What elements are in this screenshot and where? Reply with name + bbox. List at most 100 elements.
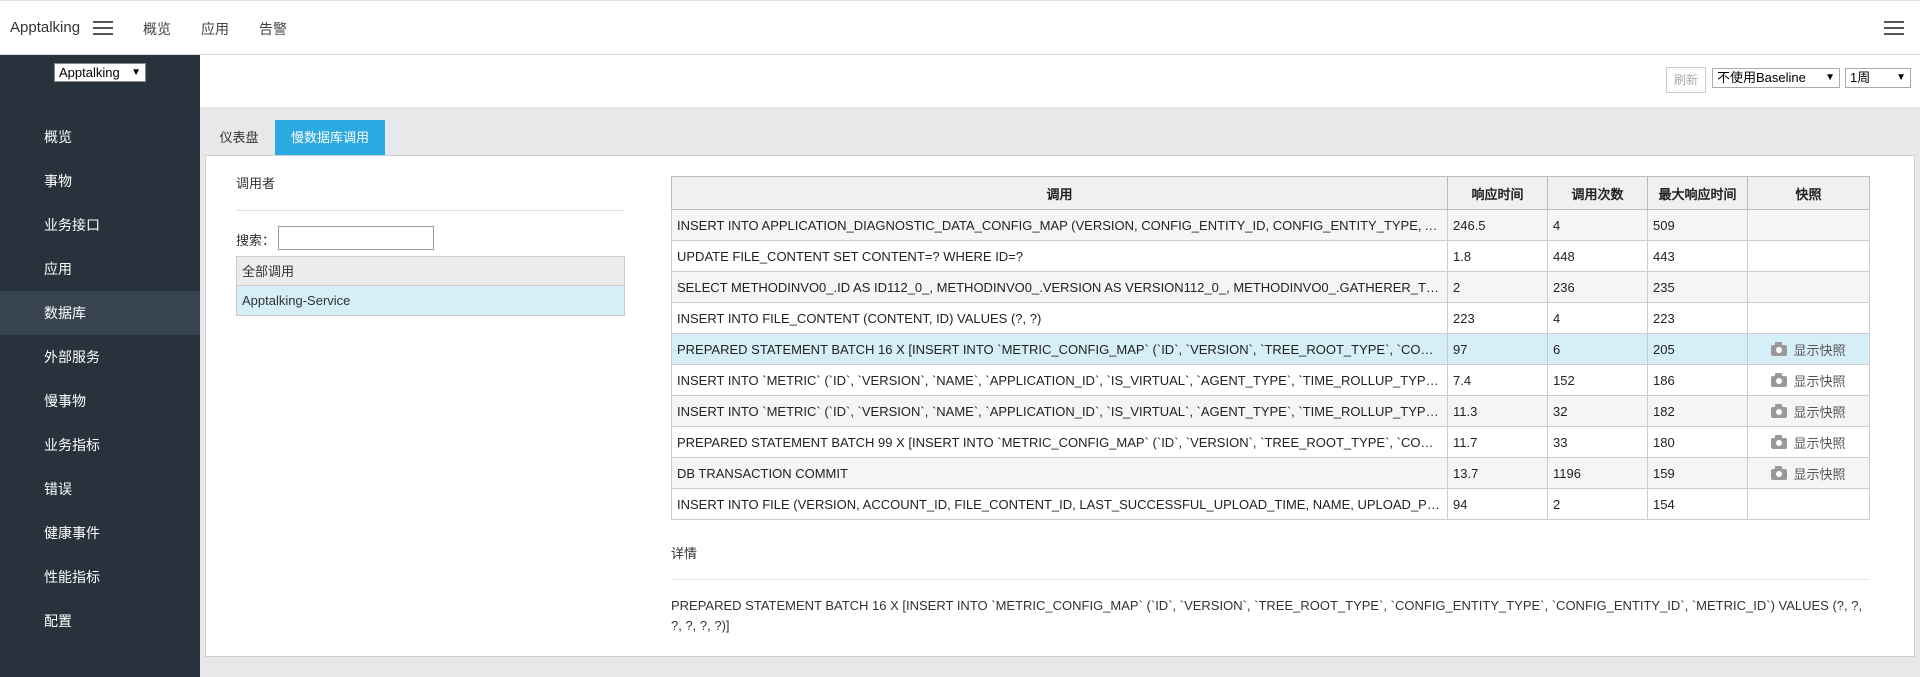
response-time-cell: 13.7 xyxy=(1447,457,1548,489)
snapshot-cell xyxy=(1747,271,1870,303)
detail-text: PREPARED STATEMENT BATCH 16 X [INSERT IN… xyxy=(671,598,1863,633)
table-row[interactable]: INSERT INTO `METRIC` (`ID`, `VERSION`, `… xyxy=(671,395,1870,427)
divider xyxy=(236,210,624,211)
app-select[interactable]: Apptalking ▼ xyxy=(54,63,146,82)
sidebar-item-config[interactable]: 配置 xyxy=(0,599,200,643)
max-response-time-cell: 223 xyxy=(1647,302,1748,334)
table-row[interactable]: INSERT INTO FILE_CONTENT (CONTENT, ID) V… xyxy=(671,302,1870,334)
max-response-time-cell: 154 xyxy=(1647,488,1748,520)
top-nav-applications[interactable]: 应用 xyxy=(201,19,229,39)
search-input[interactable] xyxy=(278,226,434,250)
sidebar-item-business-apis[interactable]: 业务接口 xyxy=(0,203,200,247)
call-cell: UPDATE FILE_CONTENT SET CONTENT=? WHERE … xyxy=(671,240,1448,272)
show-snapshot-label: 显示快照 xyxy=(1793,373,1846,389)
sidebar-item-overview[interactable]: 概览 xyxy=(0,115,200,159)
call-cell: SELECT METHODINVO0_.ID AS ID112_0_, METH… xyxy=(671,271,1448,303)
top-bar: Apptalking 概览 应用 告警 xyxy=(0,0,1920,55)
table-row[interactable]: INSERT INTO APPLICATION_DIAGNOSTIC_DATA_… xyxy=(671,209,1870,241)
call-count-cell: 33 xyxy=(1547,426,1648,458)
call-cell: PREPARED STATEMENT BATCH 99 X [INSERT IN… xyxy=(671,426,1448,458)
toolbar: 刷新 不使用Baseline ▼ 1周 ▼ xyxy=(200,55,1920,107)
menu-toggle-icon[interactable] xyxy=(93,21,113,35)
tab-slow-db-calls[interactable]: 慢数据库调用 xyxy=(275,120,385,155)
max-response-time-cell: 159 xyxy=(1647,457,1748,489)
column-header-call-count[interactable]: 调用次数 xyxy=(1547,176,1648,210)
max-response-time-cell: 509 xyxy=(1647,209,1748,241)
sidebar-item-applications[interactable]: 应用 xyxy=(0,247,200,291)
sidebar-item-database[interactable]: 数据库 xyxy=(0,291,200,335)
sidebar-item-slow-transactions[interactable]: 慢事物 xyxy=(0,379,200,423)
slow-calls-table-body: INSERT INTO APPLICATION_DIAGNOSTIC_DATA_… xyxy=(671,209,1870,520)
snapshot-cell xyxy=(1747,488,1870,520)
max-response-time-cell: 182 xyxy=(1647,395,1748,427)
sidebar-item-health-events[interactable]: 健康事件 xyxy=(0,511,200,555)
table-row[interactable]: UPDATE FILE_CONTENT SET CONTENT=? WHERE … xyxy=(671,240,1870,272)
camera-icon xyxy=(1771,434,1788,449)
show-snapshot-link[interactable]: 显示快照 xyxy=(1771,371,1846,390)
divider xyxy=(671,579,1869,580)
tab-dashboard[interactable]: 仪表盘 xyxy=(208,120,270,155)
call-count-cell: 4 xyxy=(1547,302,1648,334)
show-snapshot-link[interactable]: 显示快照 xyxy=(1771,402,1846,421)
table-row[interactable]: INSERT INTO FILE (VERSION, ACCOUNT_ID, F… xyxy=(671,488,1870,520)
column-header-response-time[interactable]: 响应时间 xyxy=(1447,176,1548,210)
sidebar-item-errors[interactable]: 错误 xyxy=(0,467,200,511)
table-row[interactable]: PREPARED STATEMENT BATCH 99 X [INSERT IN… xyxy=(671,426,1870,458)
response-time-cell: 94 xyxy=(1447,488,1548,520)
brand-name: Apptalking xyxy=(10,19,81,36)
top-nav-alerts[interactable]: 告警 xyxy=(259,19,287,39)
sidebar-item-performance-metrics[interactable]: 性能指标 xyxy=(0,555,200,599)
sidebar-item-external-services[interactable]: 外部服务 xyxy=(0,335,200,379)
call-count-cell: 152 xyxy=(1547,364,1648,396)
call-count-cell: 32 xyxy=(1547,395,1648,427)
snapshot-cell: 显示快照 xyxy=(1747,395,1870,427)
call-count-cell: 4 xyxy=(1547,209,1648,241)
callers-list: 全部调用 Apptalking-Service xyxy=(236,256,625,316)
column-header-max-response-time[interactable]: 最大响应时间 xyxy=(1647,176,1748,210)
show-snapshot-label: 显示快照 xyxy=(1793,342,1846,358)
show-snapshot-label: 显示快照 xyxy=(1793,404,1846,420)
table-row[interactable]: SELECT METHODINVO0_.ID AS ID112_0_, METH… xyxy=(671,271,1870,303)
snapshot-cell xyxy=(1747,240,1870,272)
callers-title: 调用者 xyxy=(236,176,276,191)
max-response-time-cell: 180 xyxy=(1647,426,1748,458)
call-cell: INSERT INTO `METRIC` (`ID`, `VERSION`, `… xyxy=(671,364,1448,396)
refresh-button[interactable]: 刷新 xyxy=(1666,67,1706,93)
call-cell: PREPARED STATEMENT BATCH 16 X [INSERT IN… xyxy=(671,333,1448,365)
call-count-cell: 1196 xyxy=(1547,457,1648,489)
column-header-snapshot: 快照 xyxy=(1747,176,1870,210)
baseline-select[interactable]: 不使用Baseline ▼ xyxy=(1712,68,1840,88)
call-cell: INSERT INTO APPLICATION_DIAGNOSTIC_DATA_… xyxy=(671,209,1448,241)
main-content: 刷新 不使用Baseline ▼ 1周 ▼ 仪表盘 慢数据库调用 调用者 搜索：… xyxy=(200,55,1920,677)
response-time-cell: 7.4 xyxy=(1447,364,1548,396)
sidebar-item-transactions[interactable]: 事物 xyxy=(0,159,200,203)
caller-all-calls[interactable]: 全部调用 xyxy=(237,257,624,286)
period-select[interactable]: 1周 ▼ xyxy=(1845,68,1911,88)
show-snapshot-link[interactable]: 显示快照 xyxy=(1771,340,1846,359)
max-response-time-cell: 443 xyxy=(1647,240,1748,272)
response-time-cell: 246.5 xyxy=(1447,209,1548,241)
max-response-time-cell: 205 xyxy=(1647,333,1748,365)
top-nav-overview[interactable]: 概览 xyxy=(143,19,171,39)
column-header-call[interactable]: 调用 xyxy=(671,176,1448,210)
table-header-row: 调用 响应时间 调用次数 最大响应时间 快照 xyxy=(671,176,1870,210)
period-select-value: 1周 xyxy=(1850,70,1871,85)
response-time-cell: 2 xyxy=(1447,271,1548,303)
sidebar: Apptalking ▼ 概览 事物 业务接口 应用 数据库 外部服务 慢事物 … xyxy=(0,55,200,677)
call-cell: DB TRANSACTION COMMIT xyxy=(671,457,1448,489)
camera-icon xyxy=(1771,341,1788,356)
show-snapshot-link[interactable]: 显示快照 xyxy=(1771,464,1846,483)
chevron-down-icon: ▼ xyxy=(1825,72,1835,83)
caller-item[interactable]: Apptalking-Service xyxy=(237,286,624,315)
table-row[interactable]: DB TRANSACTION COMMIT 13.7 1196 159 显示快照 xyxy=(671,457,1870,489)
sidebar-item-business-metrics[interactable]: 业务指标 xyxy=(0,423,200,467)
chevron-down-icon: ▼ xyxy=(1896,72,1906,83)
table-row[interactable]: PREPARED STATEMENT BATCH 16 X [INSERT IN… xyxy=(671,333,1870,365)
app-select-value: Apptalking xyxy=(59,65,120,80)
table-row[interactable]: INSERT INTO `METRIC` (`ID`, `VERSION`, `… xyxy=(671,364,1870,396)
call-cell: INSERT INTO `METRIC` (`ID`, `VERSION`, `… xyxy=(671,395,1448,427)
snapshot-cell: 显示快照 xyxy=(1747,333,1870,365)
response-time-cell: 1.8 xyxy=(1447,240,1548,272)
show-snapshot-link[interactable]: 显示快照 xyxy=(1771,433,1846,452)
right-menu-icon[interactable] xyxy=(1884,21,1904,35)
